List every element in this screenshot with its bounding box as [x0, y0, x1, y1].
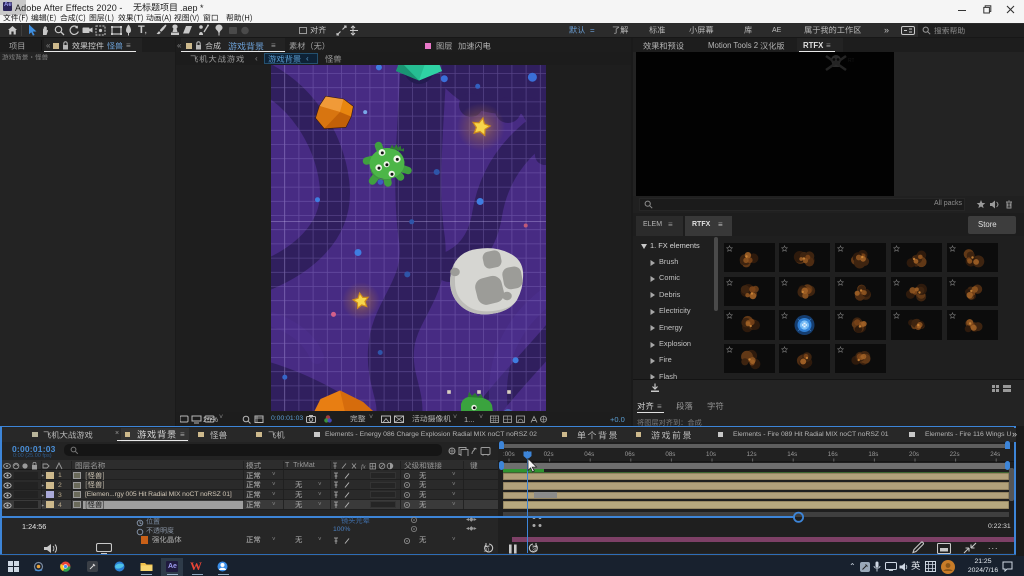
svg-text:30: 30 — [532, 548, 538, 554]
svg-text:10: 10 — [484, 548, 490, 554]
